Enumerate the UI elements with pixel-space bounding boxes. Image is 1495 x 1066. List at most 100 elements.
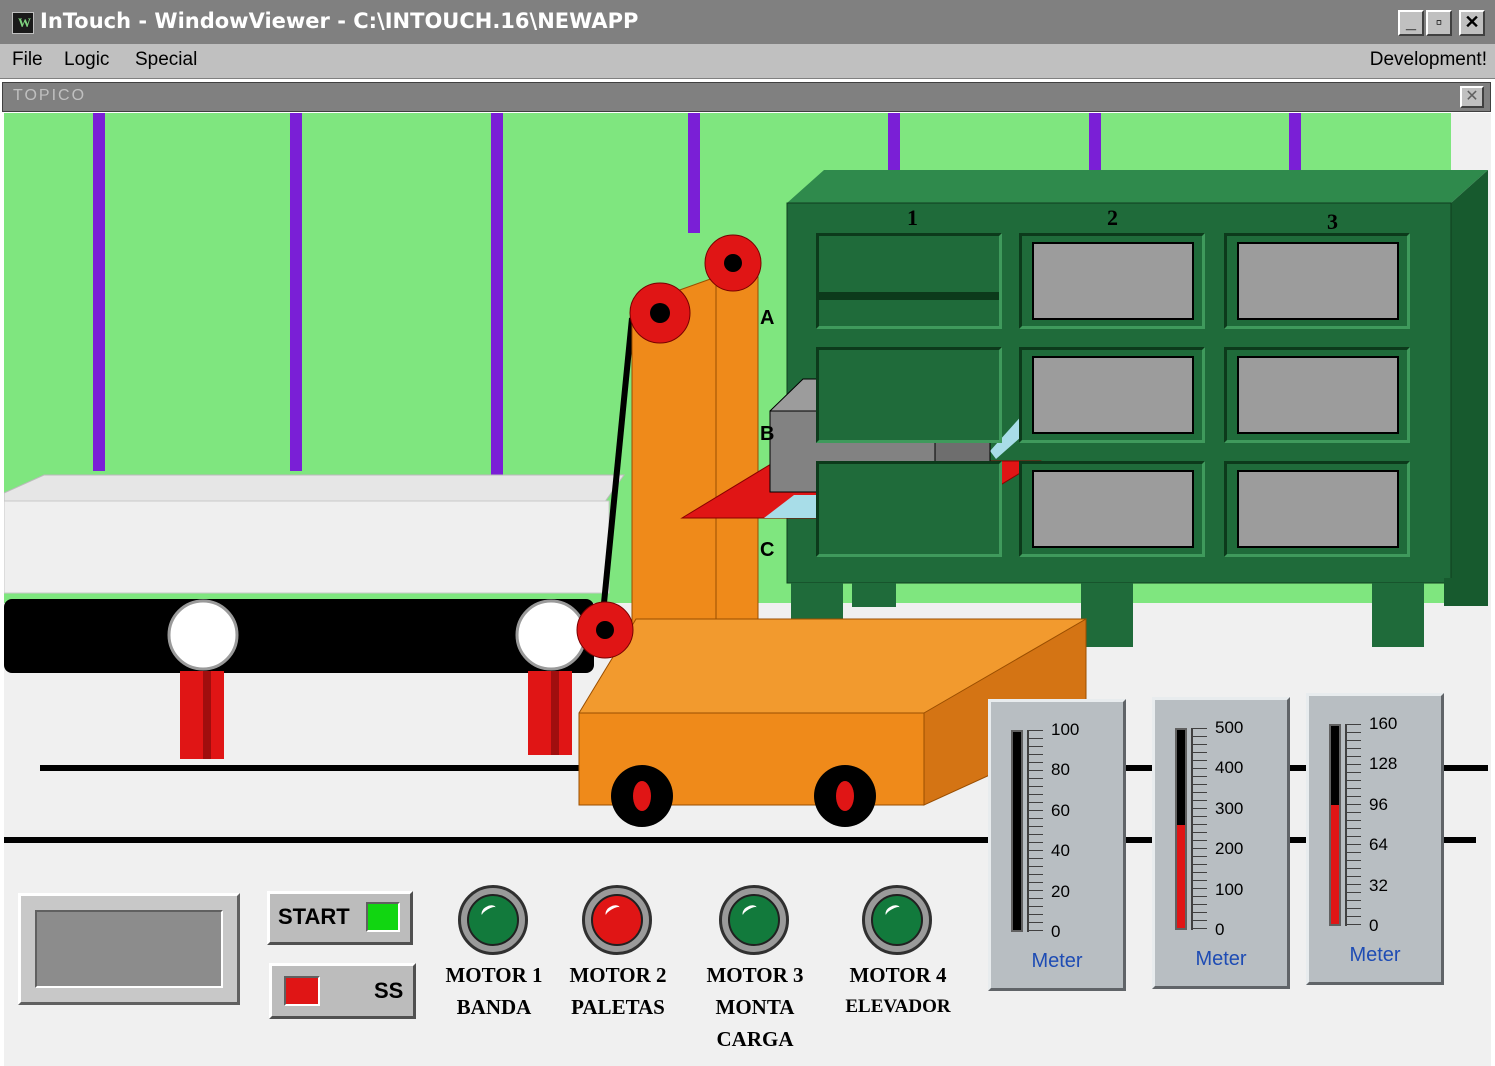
start-button[interactable]: START: [267, 891, 413, 945]
rack-cell: [1224, 347, 1410, 443]
rack-row-label: C: [760, 539, 775, 561]
process-canvas: 1 2 3 A B C START SS MOTOR 1 BANDA MOTOR 2 PALET…: [4, 113, 1491, 1066]
meter-scale: [1191, 728, 1207, 930]
rack-cell: [1019, 461, 1205, 557]
meter-tick-label: 40: [1051, 841, 1070, 861]
pillar: [1089, 113, 1101, 173]
meter-3: 160 128 96 64 32 0 Meter: [1306, 693, 1444, 985]
motor-label-line: ELEVADOR: [845, 996, 951, 1017]
pillar: [688, 113, 700, 233]
meter-scale: [1345, 724, 1361, 926]
meter-tick-label: 60: [1051, 800, 1070, 820]
motor-label-line: PALETAS: [571, 995, 665, 1019]
motor-4-lamp[interactable]: [862, 885, 932, 955]
motor-label-line: MONTA: [715, 995, 795, 1019]
status-light: [728, 894, 780, 946]
status-light: [467, 894, 519, 946]
meter-label: Meter: [1195, 948, 1247, 970]
meter-tick-label: 80: [1051, 760, 1070, 780]
meter-tick-label: 32: [1369, 875, 1388, 895]
pillar: [93, 113, 105, 471]
stored-box: [1032, 242, 1194, 320]
stop-button[interactable]: SS: [269, 963, 416, 1019]
motor-2-lamp[interactable]: [582, 885, 652, 955]
meter-tick-label: 300: [1215, 798, 1244, 818]
close-button[interactable]: ✕: [1459, 10, 1485, 36]
app-icon[interactable]: W: [12, 12, 34, 34]
conveyor-top: [4, 474, 625, 504]
start-indicator: [366, 902, 400, 932]
subwindow-titlebar: TOPICO ✕: [2, 82, 1491, 112]
rack-cell: [1019, 347, 1205, 443]
meter-tick-label: 64: [1369, 835, 1388, 855]
meter-tick-label: 100: [1051, 720, 1080, 739]
window-title: InTouch - WindowViewer - C:\INTOUCH.16\N…: [40, 9, 639, 33]
motor-3-label: MOTOR 3 MONTA CARGA: [687, 959, 823, 1055]
menu-logic[interactable]: Logic: [64, 49, 109, 71]
meter-tick-label: 160: [1369, 714, 1398, 733]
meter-tick-label: 0: [1051, 922, 1061, 941]
stored-box: [1032, 470, 1194, 548]
motor-label-line: CARGA: [716, 1027, 794, 1051]
conveyor-roller: [515, 599, 587, 671]
stored-box: [1237, 356, 1399, 434]
conveyor-leg: [528, 671, 572, 755]
title-bar: W InTouch - WindowViewer - C:\INTOUCH.16…: [0, 0, 1495, 44]
stop-button-label: SS: [374, 978, 404, 1003]
meter-tick-label: 400: [1215, 758, 1244, 778]
rack-row-label: A: [760, 307, 775, 329]
pillar: [888, 113, 900, 173]
meter-1: 100 80 60 40 20 0 Meter: [988, 699, 1126, 991]
stored-box: [1237, 470, 1399, 548]
meter-tube: [1175, 728, 1187, 930]
stored-box: [1032, 356, 1194, 434]
rack-column-label: 2: [1107, 205, 1118, 230]
meter-scale: [1027, 730, 1043, 932]
meter-tick-label: 500: [1215, 718, 1244, 737]
menu-bar: File Logic Special Development!: [0, 44, 1495, 79]
motor-3-lamp[interactable]: [719, 885, 789, 955]
menu-file[interactable]: File: [12, 49, 43, 71]
start-button-label: START: [278, 904, 350, 929]
motor-1-lamp[interactable]: [458, 885, 528, 955]
time-display: [18, 893, 240, 1005]
menu-special[interactable]: Special: [135, 49, 197, 71]
motor-label-line: MOTOR 2: [569, 963, 667, 987]
conveyor-leg: [180, 671, 224, 759]
rack-cell: [1019, 233, 1205, 329]
rack-row-label: B: [760, 423, 775, 445]
rack-column-label: 3: [1327, 209, 1338, 234]
meter-tick-label: 0: [1369, 916, 1379, 935]
meter-tick-label: 20: [1051, 881, 1070, 901]
meter-2: 500 400 300 200 100 0 Meter: [1152, 697, 1290, 989]
subwindow-close-button[interactable]: ✕: [1460, 86, 1484, 108]
conveyor-belt: [4, 599, 594, 673]
meter-label: Meter: [1031, 950, 1083, 972]
subwindow-title: TOPICO: [13, 87, 87, 104]
status-light: [871, 894, 923, 946]
meter-tick-label: 0: [1215, 920, 1225, 939]
rack-cell: [1224, 233, 1410, 329]
meter-tick-label: 200: [1215, 839, 1244, 859]
stop-indicator: [284, 976, 320, 1006]
meter-fill: [1177, 825, 1185, 928]
motor-label-line: MOTOR 3: [706, 963, 804, 987]
meter-fill: [1331, 805, 1339, 924]
meter-tick-label: 100: [1215, 879, 1244, 899]
status-light: [591, 894, 643, 946]
menu-development[interactable]: Development!: [1370, 49, 1487, 71]
rack-cell: [1224, 461, 1410, 557]
pillar: [491, 113, 503, 503]
maximize-button[interactable]: ▫: [1426, 10, 1452, 36]
motor-4-label: MOTOR 4 ELEVADOR: [830, 959, 966, 1023]
minimize-button[interactable]: _: [1398, 10, 1424, 36]
conveyor-side: [4, 500, 610, 594]
rack-foot: [1081, 583, 1133, 647]
meter-tube: [1011, 730, 1023, 932]
rack-cell: [816, 347, 1002, 443]
motor-1-label: MOTOR 1 BANDA: [426, 959, 562, 1023]
pillar: [290, 113, 302, 471]
motor-label-line: BANDA: [456, 995, 532, 1019]
rack-foot: [791, 583, 843, 623]
rack-cell: [816, 461, 1002, 557]
